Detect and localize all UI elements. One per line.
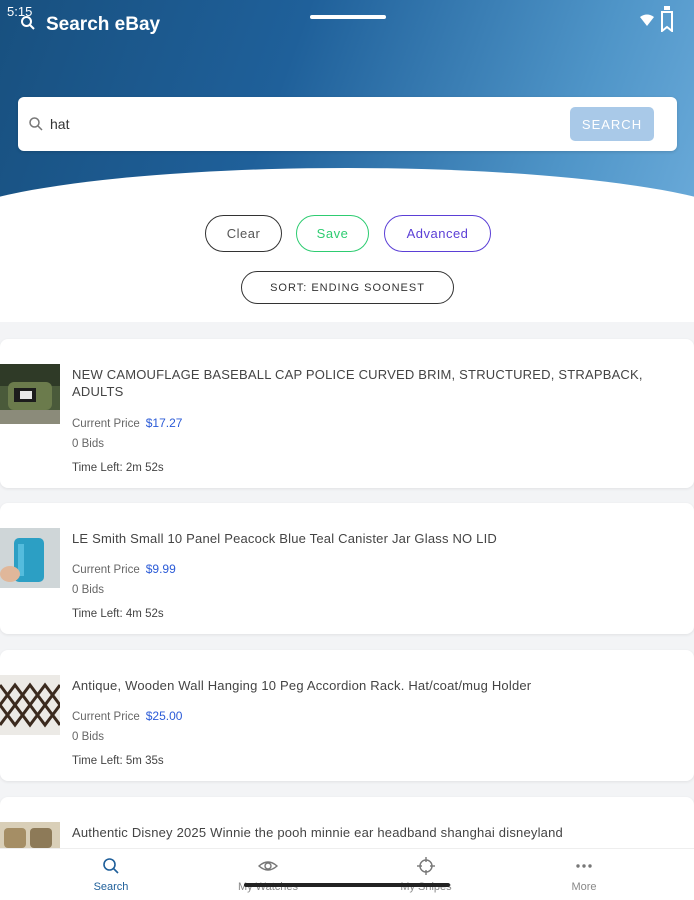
item-title[interactable]: NEW CAMOUFLAGE BASEBALL CAP POLICE CURVE… xyxy=(72,366,654,400)
current-price: $9.99 xyxy=(145,562,176,576)
item-thumbnail xyxy=(0,364,60,424)
current-price: $17.27 xyxy=(145,416,183,430)
time-left-row: Time Left: 4m 52s xyxy=(72,608,164,620)
search-icon[interactable] xyxy=(20,15,36,36)
search-input[interactable] xyxy=(50,116,550,132)
price-label: Current Price xyxy=(72,418,140,430)
header-row: Search eBay xyxy=(20,14,160,36)
bids-count: 0 Bids xyxy=(72,731,104,743)
save-button[interactable]: Save xyxy=(296,215,369,252)
more-dots-icon xyxy=(574,857,594,878)
nav-search[interactable]: Search xyxy=(56,857,166,893)
list-item[interactable]: LE Smith Small 10 Panel Peacock Blue Tea… xyxy=(0,503,694,634)
crosshair-icon xyxy=(417,857,435,878)
bookmark-icon[interactable] xyxy=(660,6,674,37)
clear-button[interactable]: Clear xyxy=(205,215,282,252)
time-left-label: Time Left: xyxy=(72,608,123,620)
item-title[interactable]: LE Smith Small 10 Panel Peacock Blue Tea… xyxy=(72,530,654,547)
item-thumbnail xyxy=(0,822,60,848)
time-left-label: Time Left: xyxy=(72,462,123,474)
bids-count: 0 Bids xyxy=(72,438,104,450)
price-row: Current Price $17.27 xyxy=(72,416,182,430)
gesture-bar xyxy=(244,883,450,887)
price-row: Current Price $9.99 xyxy=(72,562,176,576)
status-icons xyxy=(640,6,674,37)
drag-handle xyxy=(310,15,386,19)
search-button[interactable]: SEARCH xyxy=(570,107,654,141)
bottom-nav: Search My Watches My Snipes More xyxy=(0,848,694,900)
item-thumbnail xyxy=(0,675,60,735)
eye-icon xyxy=(257,857,279,878)
results-list: NEW CAMOUFLAGE BASEBALL CAP POLICE CURVE… xyxy=(0,322,694,848)
search-icon xyxy=(28,116,44,132)
time-left-value: 2m 52s xyxy=(125,462,164,474)
sort-button[interactable]: SORT: ENDING SOONEST xyxy=(241,271,454,304)
bids-count: 0 Bids xyxy=(72,584,104,596)
search-icon xyxy=(102,857,120,878)
item-title[interactable]: Authentic Disney 2025 Winnie the pooh mi… xyxy=(72,824,654,841)
wifi-icon xyxy=(640,13,654,31)
time-left-label: Time Left: xyxy=(72,755,123,767)
list-item[interactable]: Authentic Disney 2025 Winnie the pooh mi… xyxy=(0,797,694,848)
nav-search-label: Search xyxy=(93,881,129,893)
time-left-row: Time Left: 2m 52s xyxy=(72,462,164,474)
list-item[interactable]: NEW CAMOUFLAGE BASEBALL CAP POLICE CURVE… xyxy=(0,339,694,488)
search-bar: SEARCH xyxy=(18,97,677,151)
price-label: Current Price xyxy=(72,564,140,576)
advanced-button[interactable]: Advanced xyxy=(384,215,491,252)
time-left-row: Time Left: 5m 35s xyxy=(72,755,164,767)
item-thumbnail xyxy=(0,528,60,588)
nav-watches[interactable]: My Watches xyxy=(213,857,323,893)
nav-more[interactable]: More xyxy=(529,857,639,893)
page-title: Search eBay xyxy=(46,14,161,35)
price-label: Current Price xyxy=(72,711,140,723)
price-row: Current Price $25.00 xyxy=(72,709,182,723)
nav-more-label: More xyxy=(571,881,597,893)
item-title[interactable]: Antique, Wooden Wall Hanging 10 Peg Acco… xyxy=(72,677,654,694)
list-item[interactable]: Antique, Wooden Wall Hanging 10 Peg Acco… xyxy=(0,650,694,781)
current-price: $25.00 xyxy=(145,709,183,723)
time-left-value: 4m 52s xyxy=(125,608,164,620)
time-left-value: 5m 35s xyxy=(125,755,164,767)
nav-snipes[interactable]: My Snipes xyxy=(371,857,481,893)
